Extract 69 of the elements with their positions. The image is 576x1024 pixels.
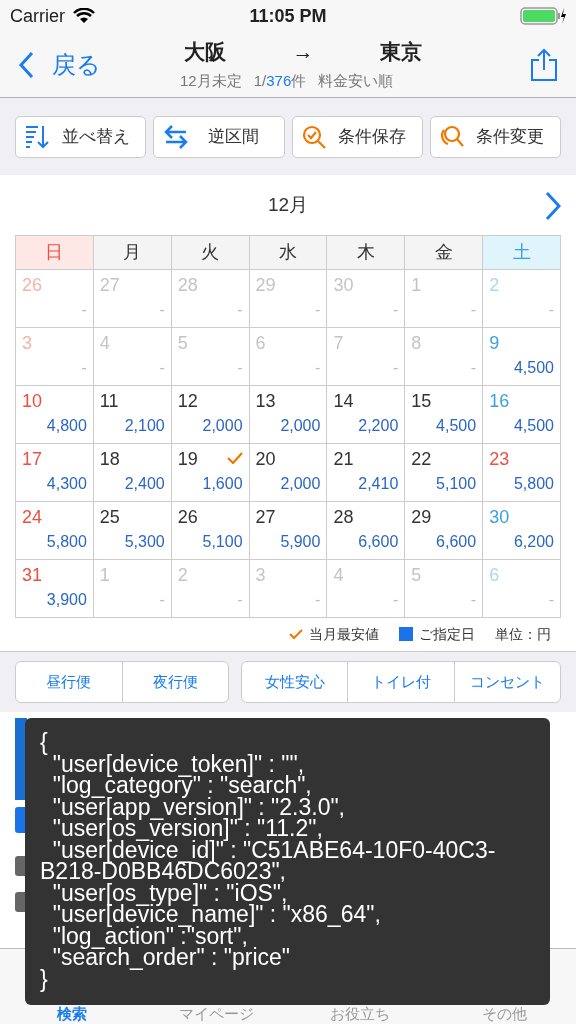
chevron-right-icon (545, 191, 561, 221)
weekday-header: 火 (171, 235, 250, 270)
calendar-day-cell[interactable]: 24 5,800 (16, 501, 94, 560)
calendar-day-cell[interactable]: 12 2,000 (171, 385, 250, 444)
calendar-day-cell[interactable]: 16 4,500 (483, 385, 561, 444)
arrow-text: → (292, 39, 314, 65)
filter-button[interactable]: 夜行便 (121, 662, 228, 702)
calendar-day-cell[interactable]: 20 2,000 (249, 443, 328, 502)
filter-button[interactable]: 女性安心 (242, 662, 348, 702)
sort-order-label: 料金安い順 (318, 70, 394, 91)
toolbar-button[interactable]: 逆区間 (153, 115, 285, 158)
calendar-day-cell[interactable]: 17 4,300 (16, 443, 94, 502)
clock: 11:05 PM (249, 4, 327, 28)
calendar-day-cell[interactable]: 27 5,900 (249, 501, 328, 560)
save-icon (300, 123, 327, 150)
sort-icon (24, 123, 50, 150)
weekday-header: 水 (249, 235, 328, 270)
origin-city: 大阪 (184, 39, 226, 65)
toolbar-button[interactable]: 条件保存 (291, 115, 423, 158)
share-icon (530, 47, 558, 82)
debug-log-text: { "user[device_token]" : "", "log_category" : "search", "user[app_version]" : "2.3.0", "user[os_version]" : "11.2", "user[device_id]" : "C51ABE64-10F0-40C3-B218-D0BB46DC6023", "user[os_type]" : "iOS", "user[device_name]" : "x86_64", "log_action" :"sort", "search_order" : "price" } (40, 732, 497, 990)
carrier-name: Carrier (10, 4, 65, 28)
calendar-day-cell[interactable]: 18 2,400 (93, 443, 172, 502)
date-label: 12月未定 (180, 70, 242, 91)
tab-bar-item[interactable]: その他 (481, 1005, 527, 1023)
weekday-header: 日 (16, 235, 94, 270)
tab-bar-item[interactable]: お役立ち (330, 1005, 390, 1023)
square-icon (399, 627, 413, 642)
filter-button[interactable]: コンセント (453, 662, 560, 702)
battery-icon (520, 6, 566, 26)
legend-label: ご指定日 (419, 624, 475, 644)
wifi-icon (73, 8, 95, 24)
calendar-day-cell[interactable]: 11 2,100 (93, 385, 172, 444)
filter-button[interactable]: 昼行便 (16, 662, 122, 702)
weekday-header: 土 (483, 235, 561, 270)
destination-city: 東京 (380, 39, 423, 65)
weekday-header: 木 (327, 235, 406, 270)
weekday-header: 金 (405, 235, 484, 270)
calendar-day-cell[interactable]: 31 3,900 (16, 559, 94, 618)
next-month-button[interactable] (545, 191, 561, 221)
calendar-day-cell[interactable]: 15 4,500 (405, 385, 484, 444)
calendar-day-cell[interactable]: 10 4,800 (16, 385, 94, 444)
month-title: 12月 (267, 192, 309, 217)
calendar-day-cell[interactable]: 22 5,100 (405, 443, 484, 502)
unit-label: 単位：円 (495, 624, 551, 644)
tab-bar-item[interactable]: 検索 (57, 1005, 87, 1023)
weekday-header: 月 (93, 235, 172, 270)
calendar-day-cell[interactable]: 21 2,410 (327, 443, 406, 502)
legend-label: 当月最安値 (309, 624, 379, 644)
chevron-left-icon (18, 50, 34, 79)
share-button[interactable] (530, 47, 558, 82)
toolbar-button[interactable]: 条件変更 (429, 115, 561, 158)
tab-bar-item[interactable]: マイページ (178, 1005, 254, 1023)
calendar-day-cell[interactable]: 23 5,800 (483, 443, 561, 502)
calendar-day-cell[interactable]: 28 6,600 (327, 501, 406, 560)
calendar-day-cell[interactable]: 26 5,100 (171, 501, 250, 560)
back-button[interactable]: 戻る (18, 46, 101, 83)
calendar-day-cell[interactable]: 9 4,500 (483, 327, 561, 386)
calendar-day-cell[interactable]: 19 1,600 (171, 443, 250, 502)
swap-icon (162, 123, 189, 150)
checkmark-icon (289, 628, 303, 640)
calendar-day-cell[interactable]: 13 2,000 (249, 385, 328, 444)
calendar-day-cell[interactable]: 30 6,200 (483, 501, 561, 560)
filter-button[interactable]: トイレ付 (347, 662, 454, 702)
result-count: 1/376件 (253, 70, 307, 91)
calendar-day-cell[interactable]: 29 6,600 (405, 501, 484, 560)
calendar-day-cell[interactable]: 14 2,200 (327, 385, 406, 444)
calendar-day-cell[interactable]: 25 5,300 (93, 501, 172, 560)
toolbar-button[interactable]: 並べ替え (15, 115, 147, 158)
